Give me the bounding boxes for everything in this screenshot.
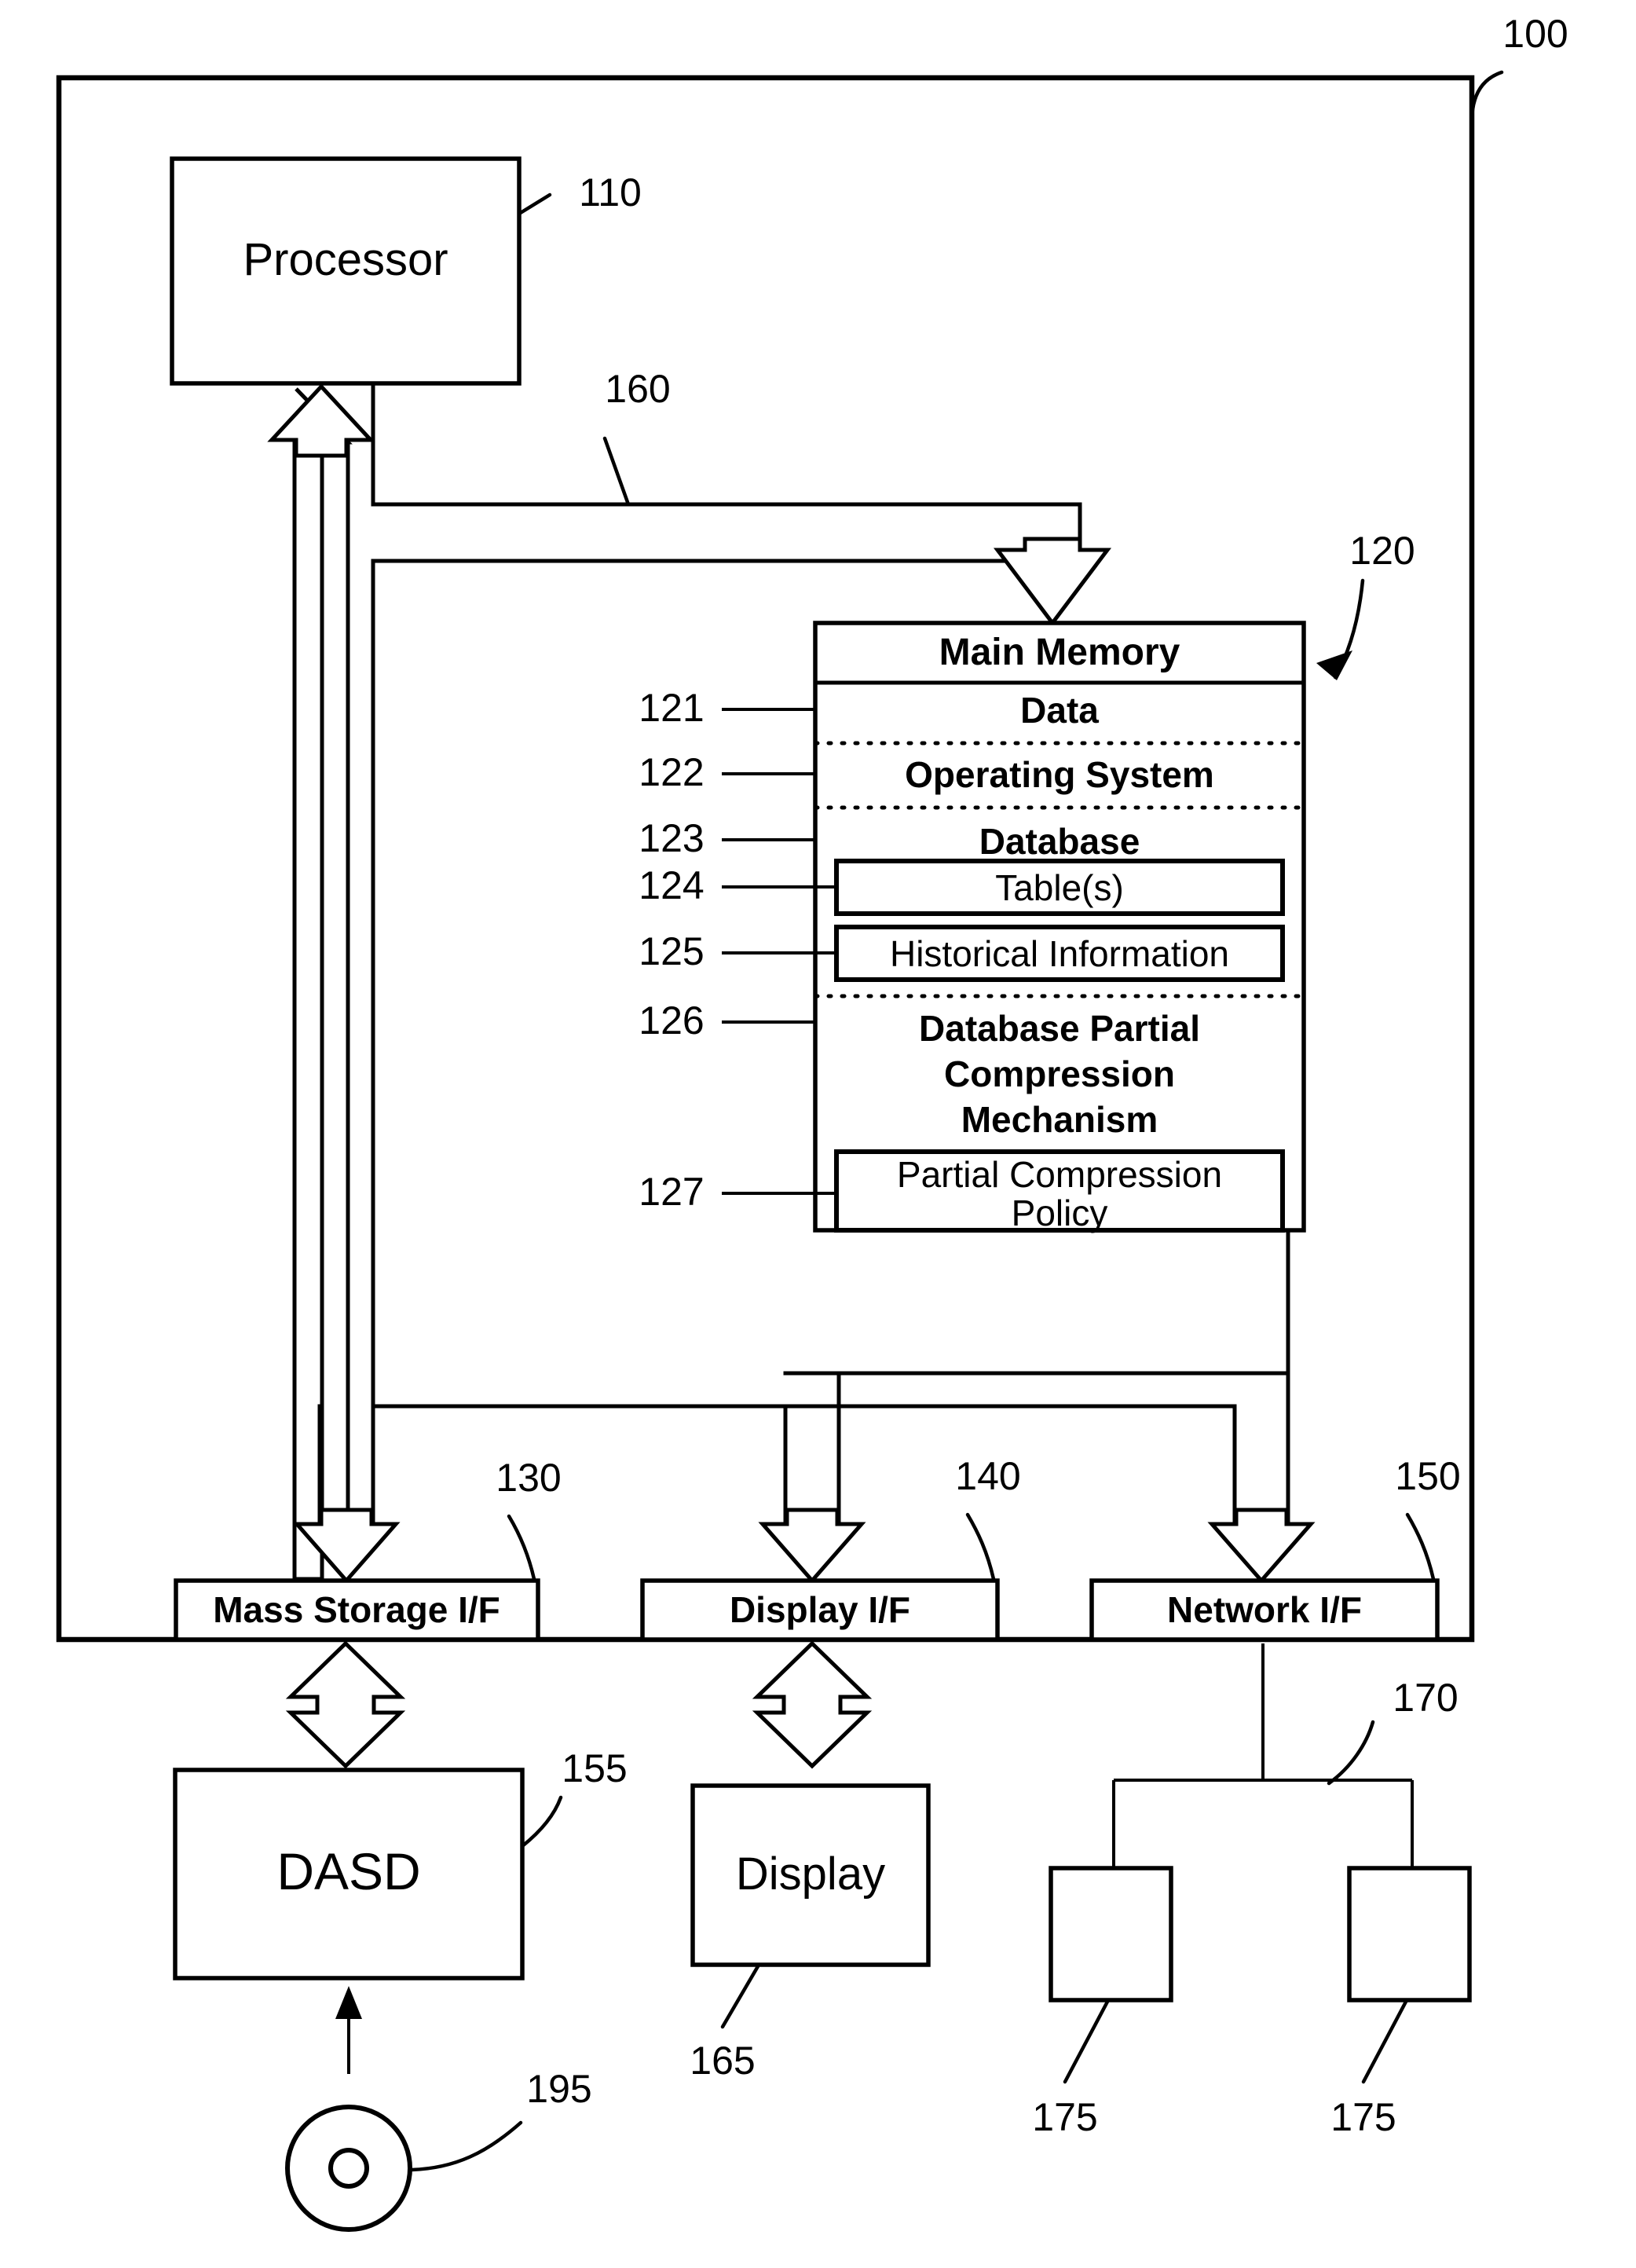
ref-100: 100 xyxy=(1502,12,1568,56)
arrow-display-if-display xyxy=(752,1640,873,1769)
ref-175-b: 175 xyxy=(1330,2095,1396,2139)
ref-175-a: 175 xyxy=(1032,2095,1097,2139)
bus-160-to-memory xyxy=(371,502,1112,627)
pcp-line-2: Policy xyxy=(1012,1193,1108,1233)
ref-122: 122 xyxy=(639,750,704,794)
lead-line-175-a xyxy=(1063,1999,1110,2084)
ref-140: 140 xyxy=(955,1454,1020,1498)
ref-110: 110 xyxy=(579,170,642,214)
arrow-disc-to-dasd xyxy=(335,1986,362,2074)
tables-label: Table(s) xyxy=(995,867,1124,908)
memory-segment-database-label: Database xyxy=(979,821,1140,862)
pcp-line-1: Partial Compression xyxy=(897,1154,1222,1195)
display-label: Display xyxy=(736,1848,885,1900)
arrow-mass-storage-dasd xyxy=(285,1640,406,1769)
lead-line-195 xyxy=(409,2120,523,2172)
network-tree xyxy=(1112,1643,1414,1868)
lead-line-100 xyxy=(1469,70,1504,124)
mass-storage-if-label: Mass Storage I/F xyxy=(213,1589,500,1630)
ref-195: 195 xyxy=(526,2067,591,2111)
dpcm-line-2: Compression xyxy=(944,1053,1175,1094)
network-node-1 xyxy=(1049,1866,1173,2002)
display-if-label: Display I/F xyxy=(730,1589,910,1630)
bus-arrow-processor-up xyxy=(294,387,353,1621)
main-memory-title: Main Memory xyxy=(939,632,1180,673)
ref-165: 165 xyxy=(690,2039,755,2083)
disc-hub-icon xyxy=(328,2148,369,2189)
lead-line-170 xyxy=(1327,1720,1375,1786)
bus-processor-branch xyxy=(371,384,1082,507)
lead-line-130 xyxy=(507,1514,536,1581)
ref-124: 124 xyxy=(639,863,704,907)
ref-123: 123 xyxy=(639,816,704,860)
ref-121: 121 xyxy=(639,686,704,730)
ref-126: 126 xyxy=(639,998,704,1042)
ref-170: 170 xyxy=(1393,1676,1458,1720)
ref-130: 130 xyxy=(496,1456,561,1500)
memory-segment-data-label: Data xyxy=(1020,690,1099,731)
ref-150: 150 xyxy=(1395,1454,1460,1498)
ref-125: 125 xyxy=(639,929,704,973)
dpcm-line-3: Mechanism xyxy=(961,1099,1158,1140)
ref-155: 155 xyxy=(562,1746,627,1790)
lead-line-160 xyxy=(602,436,631,507)
dasd-label: DASD xyxy=(276,1842,420,1900)
ref-120: 120 xyxy=(1349,529,1415,573)
patent-figure: 100 Processor 110 160 Main Memory 120 Da… xyxy=(0,0,1636,2268)
bus-memory-down-right xyxy=(783,1228,1290,1376)
network-if-label: Network I/F xyxy=(1167,1589,1362,1630)
network-node-2 xyxy=(1347,1866,1472,2002)
dpcm-line-1: Database Partial xyxy=(919,1008,1200,1049)
lead-line-110 xyxy=(517,192,552,216)
lead-line-140 xyxy=(965,1512,996,1581)
historical-information-label: Historical Information xyxy=(890,933,1229,974)
processor-label: Processor xyxy=(243,234,448,285)
lead-line-155 xyxy=(520,1795,563,1848)
memory-segment-os-label: Operating System xyxy=(905,754,1214,795)
arrowhead-120 xyxy=(1316,650,1352,680)
lead-line-165 xyxy=(720,1964,760,2029)
ref-127: 127 xyxy=(639,1170,704,1214)
bus-vertical-left-branch xyxy=(371,559,788,1409)
lead-line-175-b xyxy=(1361,1999,1408,2084)
figure-canvas: 100 Processor 110 160 Main Memory 120 Da… xyxy=(56,12,1568,2232)
ref-160: 160 xyxy=(605,367,670,411)
lead-line-150 xyxy=(1405,1512,1436,1581)
